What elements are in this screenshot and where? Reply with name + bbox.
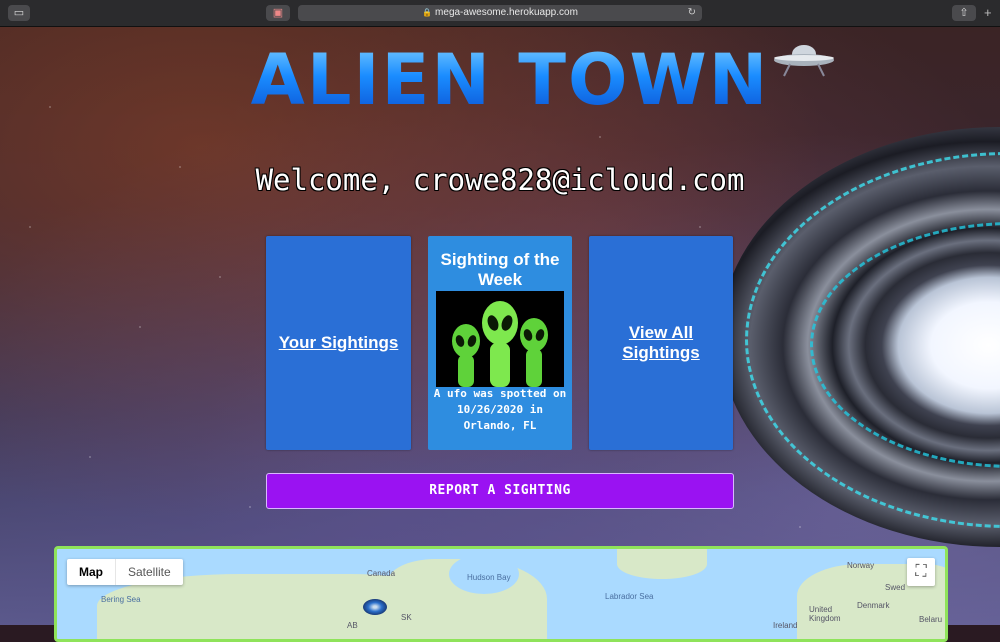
map-type-control: Map Satellite: [67, 559, 183, 585]
sighting-caption: A ufo was spotted on 10/26/2020 in Orlan…: [433, 387, 567, 432]
sighting-of-week-title: Sighting of the Week: [440, 250, 560, 289]
new-tab-icon[interactable]: +: [984, 5, 992, 20]
map-label-ireland: Ireland: [773, 621, 798, 630]
address-bar[interactable]: 🔒 mega-awesome.herokuapp.com ↻: [298, 5, 702, 21]
aliens-image: [436, 291, 564, 387]
your-sightings-link[interactable]: Your Sightings: [279, 333, 399, 353]
welcome-message: Welcome, crowe828@icloud.com: [255, 163, 745, 197]
sightings-map[interactable]: Map Satellite ⛶ Canada Hudson Bay Labrad…: [54, 546, 948, 642]
browser-toolbar: ▭ ▣ 🔒 mega-awesome.herokuapp.com ↻ ⇧ +: [0, 0, 1000, 27]
lock-icon: 🔒: [422, 8, 433, 17]
map-label-norway: Norway: [847, 561, 875, 570]
view-all-sightings-link[interactable]: View All Sightings: [616, 323, 706, 363]
map-type-map-button[interactable]: Map: [67, 559, 116, 585]
extension-icon[interactable]: ▣: [266, 5, 290, 21]
map-type-satellite-button[interactable]: Satellite: [116, 559, 183, 585]
view-all-sightings-card[interactable]: View All Sightings: [589, 236, 733, 450]
map-label-uk: United Kingdom: [809, 605, 841, 623]
map-label-canada: Canada: [367, 569, 396, 578]
map-label-bering-sea: Bering Sea: [101, 595, 141, 604]
report-sighting-button[interactable]: REPORT A SIGHTING: [266, 473, 734, 509]
map-label-sk: SK: [401, 613, 412, 622]
map-label-hudson-bay: Hudson Bay: [467, 573, 511, 582]
fullscreen-icon[interactable]: ⛶: [907, 558, 935, 586]
map-label-denmark: Denmark: [857, 601, 890, 610]
sidebar-toggle-icon[interactable]: ▭: [8, 5, 30, 21]
map-label-belarus: Belaru: [919, 615, 943, 624]
url-text: mega-awesome.herokuapp.com: [435, 7, 578, 18]
your-sightings-card[interactable]: Your Sightings: [266, 236, 411, 450]
map-label-sweden: Swed: [885, 583, 906, 592]
ufo-marker-icon[interactable]: [363, 599, 387, 615]
reload-icon[interactable]: ↻: [688, 5, 696, 21]
share-icon[interactable]: ⇧: [952, 5, 976, 21]
site-logo[interactable]: ALIEN TOWN: [230, 40, 790, 120]
map-label-labrador-sea: Labrador Sea: [605, 592, 654, 601]
map-label-ab: AB: [347, 621, 358, 630]
sighting-of-week-card: Sighting of the Week A ufo was spotted o…: [428, 236, 572, 450]
map-land-greenland: [617, 549, 707, 579]
ufo-logo-icon: [774, 45, 834, 77]
